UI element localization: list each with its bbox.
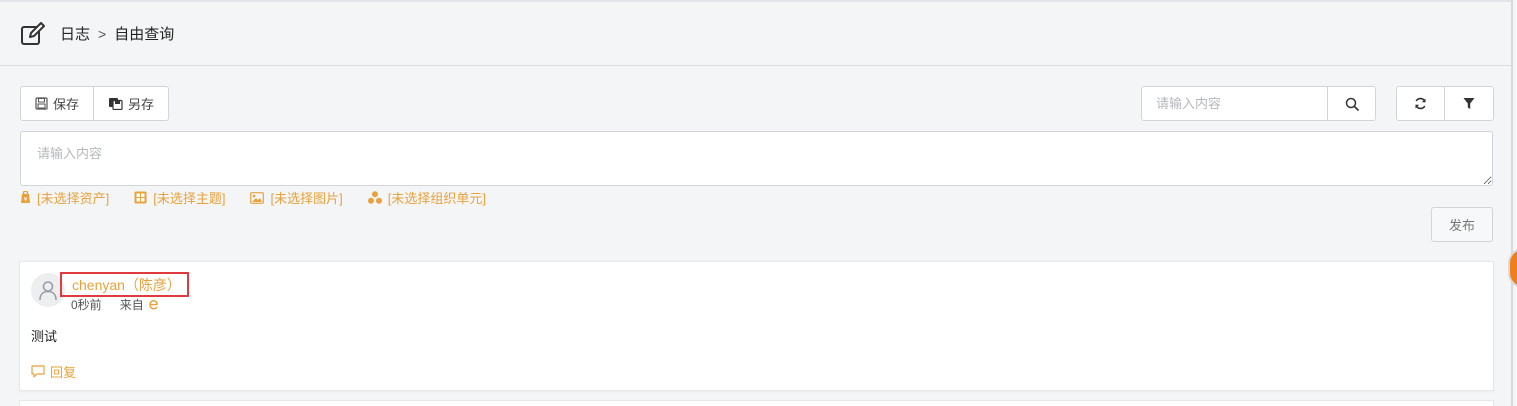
asset-selector[interactable]: ¥ [未选择资产] [20,188,109,207]
post-author[interactable]: chenyan（陈彦） [60,272,189,297]
asset-icon: ¥ [21,191,30,204]
post-source-label: 来自 [119,298,144,312]
filter-button[interactable] [1445,86,1494,121]
tool-button-group [1396,86,1494,121]
save-as-icon [109,98,123,110]
org-unit-selector-label: [未选择组织单元] [387,191,486,206]
search-icon [1345,97,1359,111]
save-icon [35,97,48,110]
search-button[interactable] [1328,86,1376,121]
publish-button[interactable]: 发布 [1431,207,1493,242]
breadcrumb: 日志 > 自由查询 [60,23,174,44]
user-icon [39,281,57,301]
edit-icon [20,21,46,46]
search-input[interactable] [1141,86,1328,121]
org-unit-selector[interactable]: [未选择组织单元] [367,188,486,207]
post-time: 0秒前 [71,298,102,312]
search-group [1141,86,1376,121]
log-post: chenyan（陈彦） 0秒前 来自 测试 回复 [19,261,1494,391]
next-post-edge [19,400,1494,406]
breadcrumb-root[interactable]: 日志 [60,23,90,44]
save-button[interactable]: 保存 [20,86,95,121]
breadcrumb-separator: > [98,25,107,42]
save-as-button[interactable]: 另存 [93,86,170,121]
topic-selector[interactable]: [未选择主题] [134,188,225,207]
reply-label: 回复 [50,365,77,380]
filter-icon [1463,98,1475,109]
topic-icon [134,191,147,204]
post-source: 来自 [120,296,159,313]
topic-selector-label: [未选择主题] [153,191,226,206]
image-selector-label: [未选择图片] [270,191,343,206]
ie-browser-icon [149,300,158,310]
image-selector[interactable]: [未选择图片] [250,188,343,207]
save-label: 保存 [53,97,80,112]
asset-selector-label: [未选择资产] [37,191,110,206]
post-content: 测试 [31,329,58,344]
save-as-label: 另存 [128,97,155,112]
comment-icon [31,365,45,378]
svg-text:¥: ¥ [24,197,28,204]
reply-button[interactable]: 回复 [31,362,76,381]
refresh-button[interactable] [1396,86,1445,121]
side-floating-tab[interactable] [1508,248,1517,288]
attachment-selectors: ¥ [未选择资产] [未选择主题] [未选择图片] [未选择组织单元] [20,188,511,207]
page-header: 日志 > 自由查询 [0,2,1513,66]
save-button-group: 保存 另存 [20,86,170,121]
post-meta: 0秒前 来自 [71,296,159,313]
image-icon [250,191,265,204]
org-unit-icon [367,191,382,204]
breadcrumb-current: 自由查询 [114,26,175,43]
refresh-icon [1415,97,1426,110]
compose-textarea[interactable] [20,131,1493,186]
